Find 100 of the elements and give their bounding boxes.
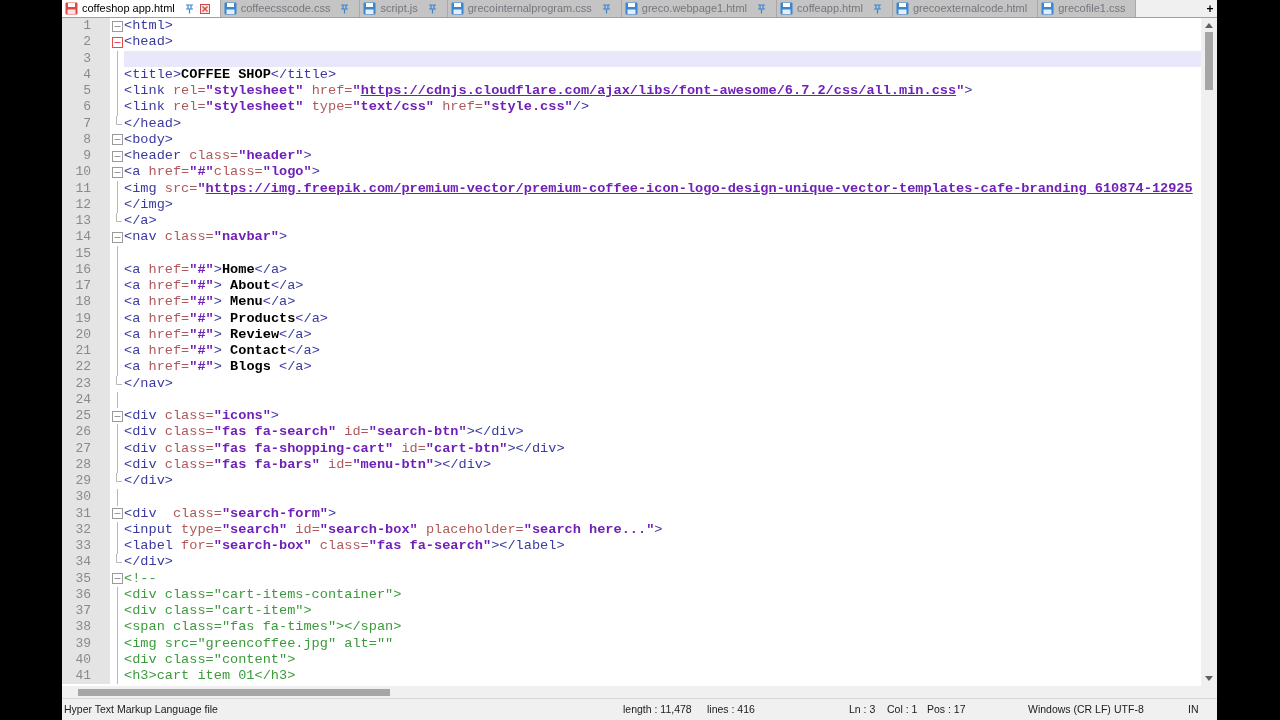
fold-end-icon bbox=[116, 115, 122, 125]
file-tab[interactable]: coffeecsscode.css bbox=[220, 0, 361, 17]
length-label: length : 11,478 bbox=[623, 701, 693, 717]
pin-icon[interactable] bbox=[427, 3, 437, 14]
code-line: </head> bbox=[124, 115, 183, 132]
code-line: <div class="search-form"> bbox=[124, 505, 338, 522]
file-tab[interactable]: grecoexternalcode.html bbox=[892, 0, 1039, 17]
vertical-scrollbar[interactable] bbox=[1201, 18, 1217, 686]
line-number: 30 bbox=[62, 489, 110, 506]
code-line: </img> bbox=[124, 196, 174, 213]
code-line: <div class="fas fa-bars" id="menu-btn"></div> bbox=[124, 456, 493, 473]
file-tab[interactable]: greco.webpage1.html bbox=[621, 0, 778, 17]
position-label: Pos : 17 bbox=[927, 701, 967, 717]
code-line: <html> bbox=[124, 18, 174, 35]
fold-toggle-icon[interactable] bbox=[111, 410, 123, 422]
line-number: 37 bbox=[62, 603, 110, 620]
scrollbar-thumb[interactable] bbox=[78, 688, 390, 696]
line-number: 6 bbox=[62, 99, 110, 116]
fold-toggle-icon[interactable] bbox=[111, 150, 123, 162]
line-number: 26 bbox=[62, 424, 110, 441]
line-number: 38 bbox=[62, 619, 110, 636]
code-line: </nav> bbox=[124, 375, 174, 392]
code-line: <link rel="stylesheet" type="text/css" href="style.css"/> bbox=[124, 99, 591, 116]
code-line: <div class="fas fa-shopping-cart" id="cart-btn"></div> bbox=[124, 440, 566, 457]
scroll-down-icon[interactable] bbox=[1205, 676, 1213, 682]
fold-toggle-icon[interactable] bbox=[111, 231, 123, 243]
fold-toggle-icon[interactable] bbox=[111, 573, 123, 585]
file-tab[interactable]: grecointernalprogram.css bbox=[447, 0, 622, 17]
code-line: <input type="search" id="search-box" placeholder="search here..."> bbox=[124, 521, 664, 538]
code-line: <div class="cart-items-container"> bbox=[124, 586, 403, 603]
code-line: <body> bbox=[124, 131, 174, 148]
line-label: Ln : 3 bbox=[849, 701, 877, 717]
pin-icon[interactable] bbox=[184, 3, 194, 14]
column-label: Col : 1 bbox=[887, 701, 919, 717]
line-number: 22 bbox=[62, 359, 110, 376]
file-tab[interactable]: coffeshop app.html bbox=[62, 0, 221, 17]
line-number: 29 bbox=[62, 473, 110, 490]
scrollbar-thumb[interactable] bbox=[1205, 32, 1213, 90]
code-line: <link rel="stylesheet" href="https://cdnjs.cloudflare.com/ajax/libs/font-awesome/6.7.2/css/all.min.css"> bbox=[124, 83, 974, 100]
code-line: <label for="search-box" class="fas fa-search"></label> bbox=[124, 538, 566, 555]
file-icon bbox=[363, 2, 377, 15]
code-line: <a href="#"> About</a> bbox=[124, 278, 305, 295]
code-line: <img src="https://img.freepik.com/premium-vector/premium-coffee-icon-logo-design-unique-vector-templates-cafe-branding_610874-12925 bbox=[124, 180, 1194, 197]
code-line: <a href="#">Home</a> bbox=[124, 261, 289, 278]
line-number: 33 bbox=[62, 538, 110, 555]
file-icon bbox=[895, 2, 909, 15]
fold-end-icon bbox=[116, 554, 122, 564]
line-number: 41 bbox=[62, 668, 110, 685]
mode-label: IN bbox=[1188, 701, 1199, 717]
file-icon bbox=[780, 2, 794, 15]
code-line: <a href="#"> Review</a> bbox=[124, 326, 313, 343]
line-number: 18 bbox=[62, 294, 110, 311]
code-line: <a href="#"> Products</a> bbox=[124, 310, 329, 327]
lines-label: lines : 416 bbox=[707, 701, 756, 717]
line-number: 9 bbox=[62, 148, 110, 165]
line-ending-label: Windows (CR LF) bbox=[1028, 701, 1112, 717]
code-line: </a> bbox=[124, 213, 158, 230]
code-line: <title>COFFEE SHOP</title> bbox=[124, 66, 338, 83]
file-tab[interactable]: script.js bbox=[360, 0, 448, 17]
fold-toggle-icon[interactable] bbox=[111, 20, 123, 32]
line-number: 1 bbox=[62, 18, 110, 35]
file-icon bbox=[223, 2, 237, 15]
fold-toggle-icon[interactable] bbox=[111, 508, 123, 520]
fold-toggle-icon[interactable] bbox=[111, 134, 123, 146]
pin-icon[interactable] bbox=[872, 3, 882, 14]
fold-end-icon bbox=[116, 375, 122, 385]
fold-end-icon bbox=[116, 473, 122, 482]
code-line: <a href="#"> Blogs </a> bbox=[124, 359, 313, 376]
line-number: 25 bbox=[62, 408, 110, 425]
code-line: <img src="greencoffee.jpg" alt="" bbox=[124, 635, 395, 652]
file-type-label: Hyper Text Markup Language file bbox=[63, 701, 219, 717]
code-line: <nav class="navbar"> bbox=[124, 229, 289, 246]
fold-toggle-icon[interactable] bbox=[111, 36, 123, 48]
code-line: <div class="icons"> bbox=[124, 408, 281, 425]
encoding-label: UTF-8 bbox=[1114, 701, 1145, 717]
pin-icon[interactable] bbox=[601, 3, 611, 14]
scroll-up-icon[interactable] bbox=[1205, 22, 1213, 28]
code-line: <h3>cart item 01</h3> bbox=[124, 668, 297, 685]
pin-icon[interactable] bbox=[340, 3, 350, 14]
code-line: <span class="fas fa-times"></span> bbox=[124, 619, 403, 636]
code-line: <a href="#"> Contact</a> bbox=[124, 343, 321, 360]
fold-toggle-icon[interactable] bbox=[111, 166, 123, 178]
file-icon bbox=[624, 2, 638, 15]
code-line: </div> bbox=[124, 473, 174, 490]
line-number: 13 bbox=[62, 213, 110, 230]
code-line: <div class="cart-item"> bbox=[124, 603, 313, 620]
close-icon[interactable] bbox=[199, 3, 210, 14]
file-tab[interactable]: coffeapp.html bbox=[777, 0, 893, 17]
new-tab-button[interactable]: + bbox=[1203, 0, 1217, 17]
code-line: <head> bbox=[124, 34, 174, 51]
file-tab[interactable]: grecofile1.css bbox=[1038, 0, 1137, 17]
horizontal-scrollbar[interactable] bbox=[62, 686, 1217, 699]
code-line: <!-- bbox=[124, 570, 158, 587]
line-number: 21 bbox=[62, 343, 110, 360]
line-number: 17 bbox=[62, 278, 110, 295]
file-icon bbox=[450, 2, 464, 15]
line-number: 2 bbox=[62, 34, 110, 51]
pin-icon[interactable] bbox=[757, 3, 767, 14]
line-number: 5 bbox=[62, 83, 110, 100]
line-number: 34 bbox=[62, 554, 110, 571]
